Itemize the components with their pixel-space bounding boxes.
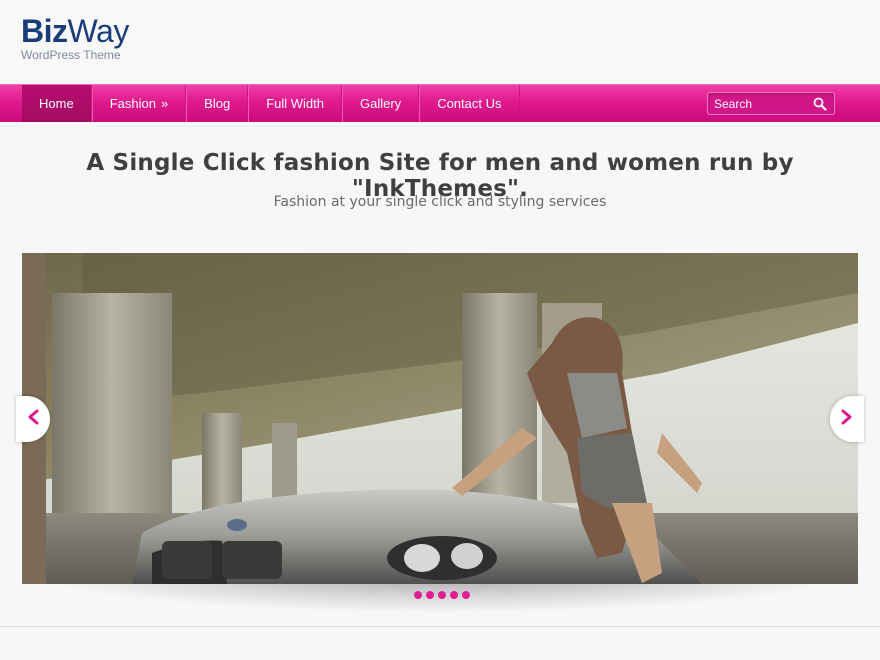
- slide-image: [22, 253, 858, 584]
- slider-dot[interactable]: [438, 591, 446, 599]
- logo-biz-text: Biz: [21, 13, 68, 49]
- nav-item-blog[interactable]: Blog: [186, 85, 249, 122]
- slider-dot[interactable]: [462, 591, 470, 599]
- slider-dot[interactable]: [426, 591, 434, 599]
- nav-item-contact-us[interactable]: Contact Us: [419, 85, 520, 122]
- nav-item-full-width[interactable]: Full Width: [248, 85, 342, 122]
- logo-way-text: Way: [67, 13, 130, 49]
- slider-dot[interactable]: [414, 591, 422, 599]
- image-slider: [22, 253, 858, 584]
- nav-item-label: Fashion: [109, 96, 156, 111]
- site-header: BizWay WordPress Theme: [0, 0, 880, 84]
- submenu-arrow-icon: »: [160, 96, 169, 111]
- hero-subheadline: Fashion at your single click and styling…: [273, 194, 607, 210]
- search-input[interactable]: [714, 96, 810, 112]
- nav-menu: Home Fashion » Blog Full Width Gallery C…: [22, 85, 520, 122]
- nav-item-fashion[interactable]: Fashion »: [91, 85, 187, 122]
- chevron-left-icon: [26, 408, 40, 430]
- nav-item-home[interactable]: Home: [22, 85, 92, 122]
- logo-tagline: WordPress Theme: [21, 48, 121, 62]
- slider-dot[interactable]: [450, 591, 458, 599]
- search-icon[interactable]: [812, 96, 828, 112]
- nav-item-label: Contact Us: [437, 96, 502, 111]
- nav-item-gallery[interactable]: Gallery: [342, 85, 420, 122]
- content-divider: [0, 626, 880, 627]
- nav-item-label: Blog: [204, 96, 231, 111]
- nav-item-label: Gallery: [360, 96, 402, 111]
- site-logo[interactable]: BizWay WordPress Theme: [21, 14, 129, 62]
- chevron-right-icon: [840, 408, 854, 430]
- nav-item-label: Home: [39, 96, 74, 111]
- slider-pagination: [414, 591, 474, 599]
- main-navigation: Home Fashion » Blog Full Width Gallery C…: [0, 84, 880, 122]
- search-box: [707, 92, 835, 115]
- nav-item-label: Full Width: [266, 96, 324, 111]
